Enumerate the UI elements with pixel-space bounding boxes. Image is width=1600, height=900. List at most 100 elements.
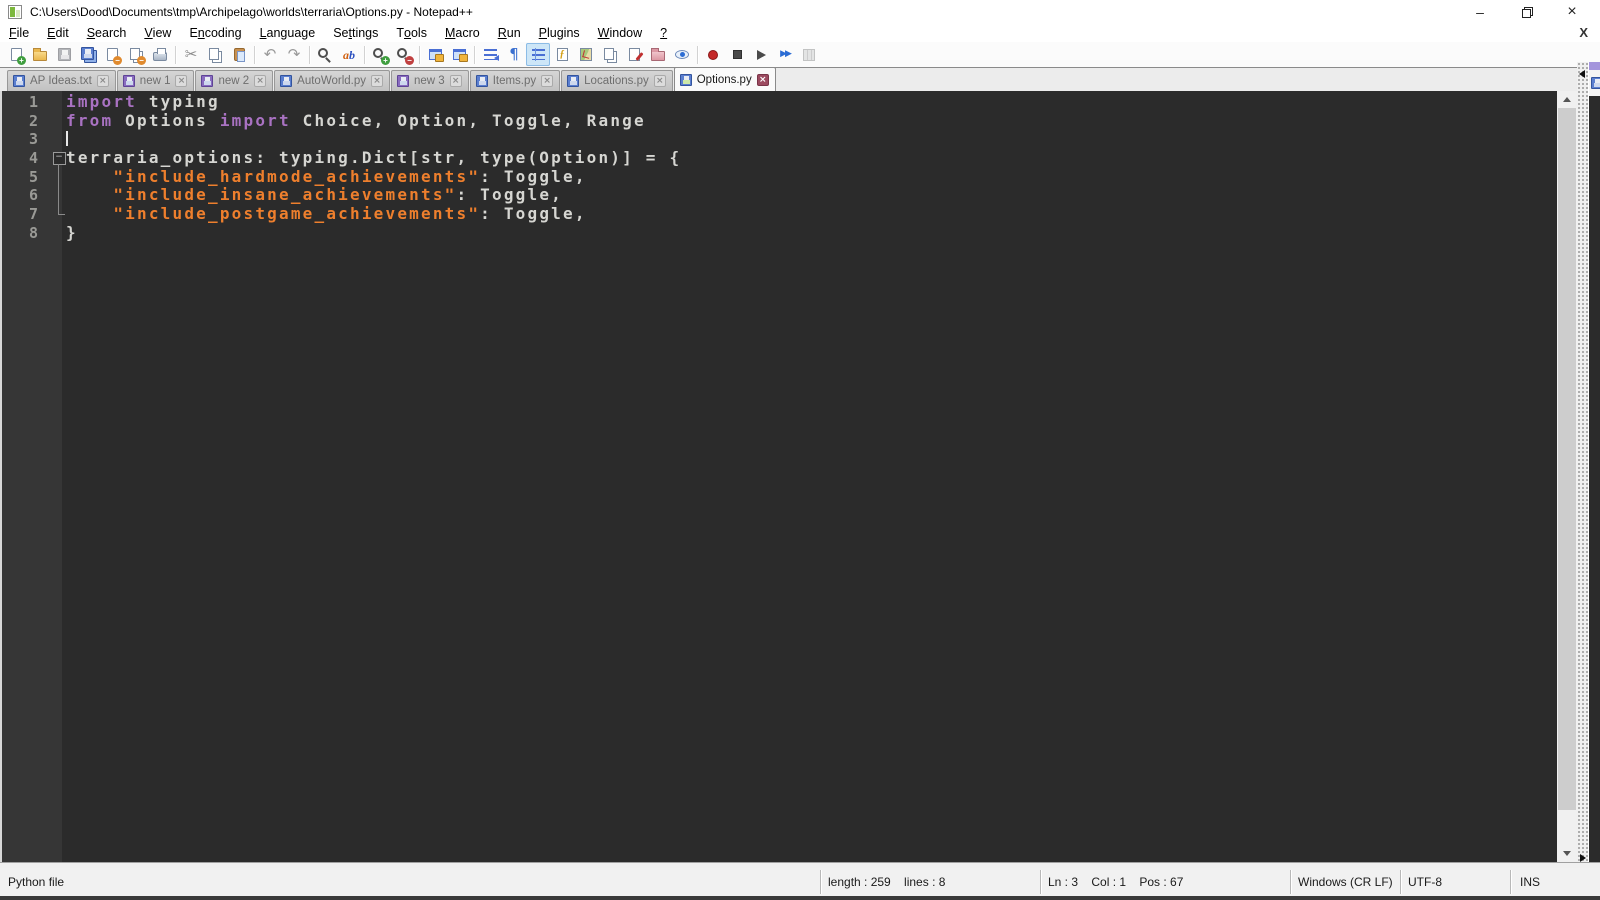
menu-item-plugins[interactable]: Plugins: [530, 24, 589, 42]
menu-item-language[interactable]: Language: [251, 24, 325, 42]
panel-expand-icon[interactable]: [1580, 854, 1586, 862]
minimize-button[interactable]: –: [1472, 4, 1488, 20]
macro-play-icon: [756, 49, 766, 60]
save-button[interactable]: [52, 43, 76, 66]
code-line: 2 from Options import Choice, Option, Tog…: [0, 111, 1557, 131]
panel-splitter[interactable]: [1577, 62, 1588, 866]
menu-item-macro[interactable]: Macro: [436, 24, 489, 42]
tab-items-py[interactable]: Items.py ×: [469, 70, 561, 91]
zoom-out-icon: [397, 47, 407, 58]
zoom-out-button[interactable]: −: [392, 43, 416, 66]
show-indent-guide-button[interactable]: [526, 43, 550, 66]
tab-close-icon[interactable]: ×: [254, 75, 267, 87]
tab-close-icon[interactable]: ×: [96, 75, 109, 87]
zoom-in-icon: [373, 47, 383, 58]
show-all-characters-button[interactable]: ¶: [502, 43, 526, 66]
show-all-characters-icon: ¶: [509, 45, 519, 63]
sync-scroll-vertical-button[interactable]: [423, 43, 447, 66]
undo-button[interactable]: ↶: [258, 43, 282, 66]
tab-close-icon[interactable]: ×: [449, 75, 462, 87]
document-list-button[interactable]: [598, 43, 622, 66]
toolbar: + − − ✂ ↶ ↷ a b + − ¶ ƒ ▶▶: [0, 42, 1600, 67]
paste-button[interactable]: [227, 43, 251, 66]
print-button[interactable]: [148, 43, 172, 66]
menu-item-run[interactable]: Run: [489, 24, 530, 42]
cut-button[interactable]: ✂: [179, 43, 203, 66]
close-button[interactable]: ×: [1564, 3, 1580, 20]
tab-close-icon[interactable]: ×: [653, 75, 666, 87]
tab-locations-py[interactable]: Locations.py ×: [561, 70, 673, 91]
zoom-in-button[interactable]: +: [368, 43, 392, 66]
show-indent-guide-icon: [531, 48, 545, 61]
macro-stop-button[interactable]: [725, 43, 749, 66]
code-line: 3: [0, 130, 1557, 149]
status-bar: Python file length : 259 lines : 8 Ln : …: [0, 868, 1600, 896]
macro-record-button[interactable]: [701, 43, 725, 66]
code-line: 8}: [0, 223, 1557, 243]
code-text: "include_hardmode_achievements": Toggle,: [113, 166, 587, 186]
vertical-scrollbar[interactable]: [1557, 91, 1577, 862]
replace-icon: ab: [343, 47, 355, 62]
sync-scroll-horizontal-button[interactable]: [447, 43, 471, 66]
menu-item-help[interactable]: ?: [651, 24, 676, 42]
floppy-icon: [567, 75, 580, 87]
tab-close-icon[interactable]: ×: [541, 75, 554, 87]
redo-button[interactable]: ↷: [282, 43, 306, 66]
open-file-button[interactable]: [28, 43, 52, 66]
cut-icon: ✂: [184, 45, 198, 63]
new-file-button[interactable]: +: [4, 43, 28, 66]
menu-item-window[interactable]: Window: [589, 24, 651, 42]
macro-play-button[interactable]: [749, 43, 773, 66]
tab-options-py[interactable]: Options.py ×: [673, 67, 776, 91]
line-number: 7: [28, 205, 38, 224]
tab-new-2[interactable]: new 2 ×: [195, 70, 274, 91]
document-edit-button[interactable]: [622, 43, 646, 66]
word-wrap-button[interactable]: [478, 43, 502, 66]
fold-margin: [50, 205, 66, 224]
folder-as-workspace-button[interactable]: [646, 43, 670, 66]
tab-ap-ideas-txt[interactable]: AP Ideas.txt ×: [7, 70, 116, 91]
menu-item-tools[interactable]: To ols: [387, 24, 436, 42]
monitoring-button[interactable]: [670, 43, 694, 66]
save-all-button[interactable]: [76, 43, 100, 66]
replace-button[interactable]: ab: [337, 43, 361, 66]
code-line: 4 terraria_options: typing.Dict[str, type…: [0, 148, 1557, 168]
document-list-panel[interactable]: [1588, 62, 1600, 866]
scroll-down-icon[interactable]: [1557, 845, 1577, 862]
menu-item-file[interactable]: File: [0, 24, 38, 42]
code-line: 1 import typing: [0, 92, 1557, 112]
tab-autoworld-py[interactable]: AutoWorld.py ×: [274, 70, 390, 91]
doc-close-icon[interactable]: X: [1579, 25, 1588, 40]
panel-collapse-icon[interactable]: [1579, 70, 1585, 78]
document-map-button[interactable]: [574, 43, 598, 66]
tab-close-icon[interactable]: ×: [175, 75, 188, 87]
sync-scroll-horizontal-icon: [452, 49, 468, 62]
macro-run-multiple-button[interactable]: ▶▶: [773, 43, 797, 66]
line-number: 8: [28, 223, 38, 242]
restore-button[interactable]: [1518, 4, 1534, 20]
macro-save-button[interactable]: [797, 43, 821, 66]
function-list-button[interactable]: ƒ: [550, 43, 574, 66]
copy-button[interactable]: [203, 43, 227, 66]
scrollbar-thumb[interactable]: [1558, 108, 1576, 810]
tab-close-icon[interactable]: ×: [371, 75, 383, 87]
close-all-button[interactable]: −: [124, 43, 148, 66]
fold-collapse-icon[interactable]: [50, 149, 66, 168]
tab-close-icon[interactable]: ×: [756, 73, 769, 86]
line-number: 6: [28, 186, 38, 205]
menu-item-search[interactable]: Search: [78, 24, 136, 42]
menu-item-settings[interactable]: Se t tings: [324, 24, 387, 42]
scroll-up-icon[interactable]: [1557, 91, 1577, 108]
close-button[interactable]: −: [100, 43, 124, 66]
panel-list-item[interactable]: [1589, 70, 1600, 96]
tab-new-1[interactable]: new 1 ×: [116, 70, 195, 91]
code-editor[interactable]: 1 import typing 2 from Options import Choic…: [0, 91, 1557, 862]
floppy-icon: [679, 73, 692, 86]
menu-item-encoding[interactable]: En coding: [180, 24, 250, 42]
tab-new-3[interactable]: new 3 ×: [391, 70, 469, 91]
open-file-icon: [33, 48, 47, 61]
menu-item-edit[interactable]: Edit: [38, 24, 78, 42]
floppy-icon: [280, 75, 293, 87]
find-button[interactable]: [313, 43, 337, 66]
menu-item-view[interactable]: View: [135, 24, 180, 42]
